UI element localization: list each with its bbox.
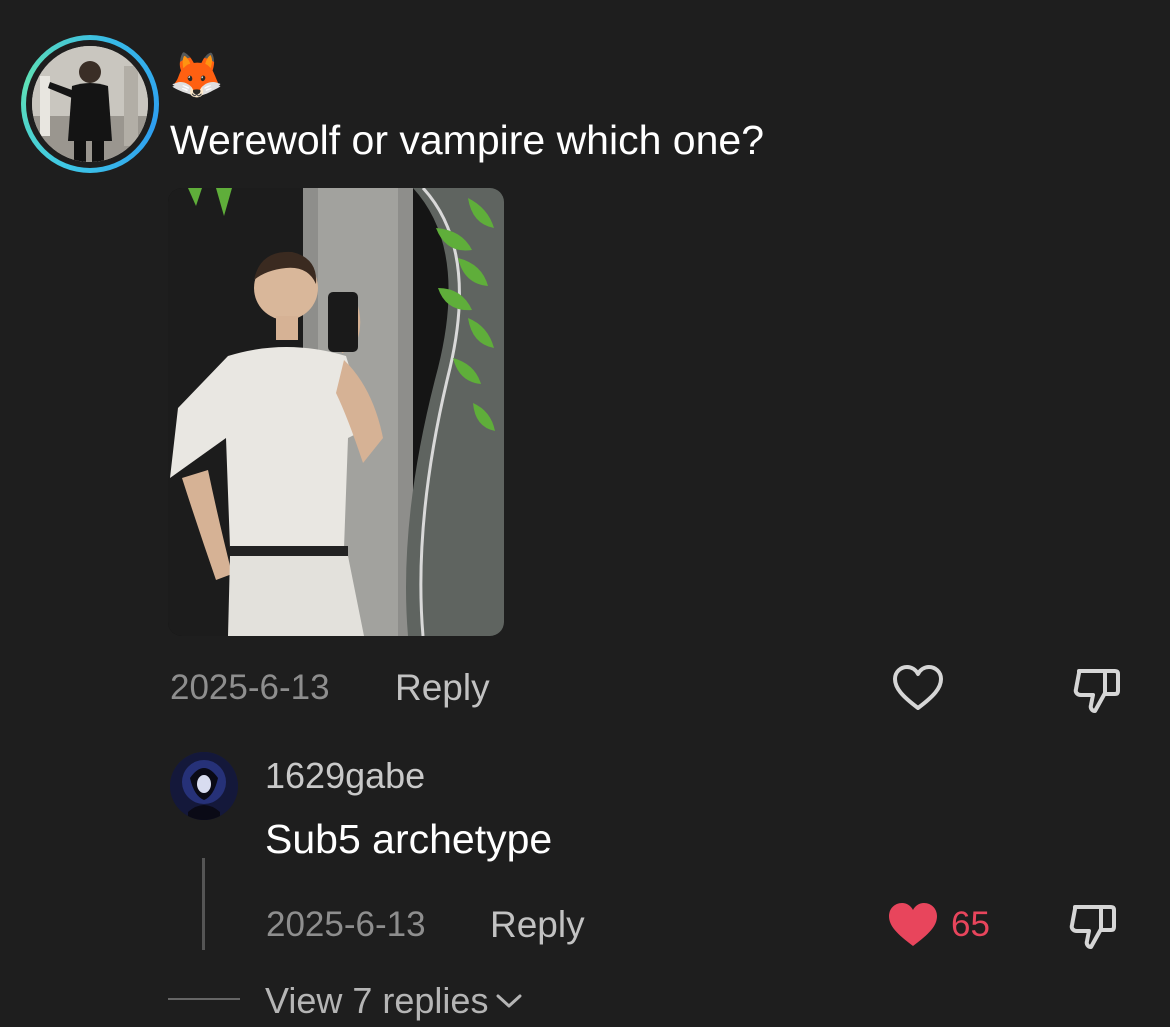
heart-outline-icon	[893, 665, 943, 710]
comment-text: Werewolf or vampire which one?	[170, 117, 764, 163]
comment-image[interactable]	[168, 188, 504, 636]
avatar	[32, 46, 148, 162]
reply-like-button[interactable]	[884, 898, 942, 952]
thumbs-down-icon	[1069, 905, 1116, 949]
comment-date: 2025-6-13	[170, 668, 330, 707]
reply-text: Sub5 archetype	[265, 816, 553, 862]
reply-avatar-image	[170, 752, 238, 820]
like-button[interactable]	[888, 660, 948, 716]
comment-username[interactable]: 🦊	[169, 52, 224, 100]
reply-date: 2025-6-13	[266, 905, 426, 944]
view-replies-label: View 7 replies	[265, 980, 489, 1021]
reply-avatar[interactable]	[170, 752, 238, 820]
thread-line	[202, 858, 205, 950]
avatar-photo	[32, 46, 148, 162]
comment-reply-button[interactable]: Reply	[395, 668, 490, 708]
chevron-down-icon	[496, 994, 522, 1008]
thumbs-down-icon	[1073, 669, 1120, 713]
story-ring-avatar[interactable]	[21, 35, 159, 173]
reply-reply-button[interactable]: Reply	[490, 905, 585, 945]
heart-filled-icon	[889, 903, 937, 946]
mirror-selfie-image	[168, 188, 504, 636]
reply-like-count: 65	[951, 905, 990, 944]
reply-dislike-button[interactable]	[1064, 896, 1122, 954]
reply-username[interactable]: 1629gabe	[265, 755, 425, 797]
view-replies-button[interactable]: View 7 replies	[265, 980, 524, 1022]
dislike-button[interactable]	[1068, 660, 1126, 718]
view-replies-divider	[168, 998, 240, 1000]
